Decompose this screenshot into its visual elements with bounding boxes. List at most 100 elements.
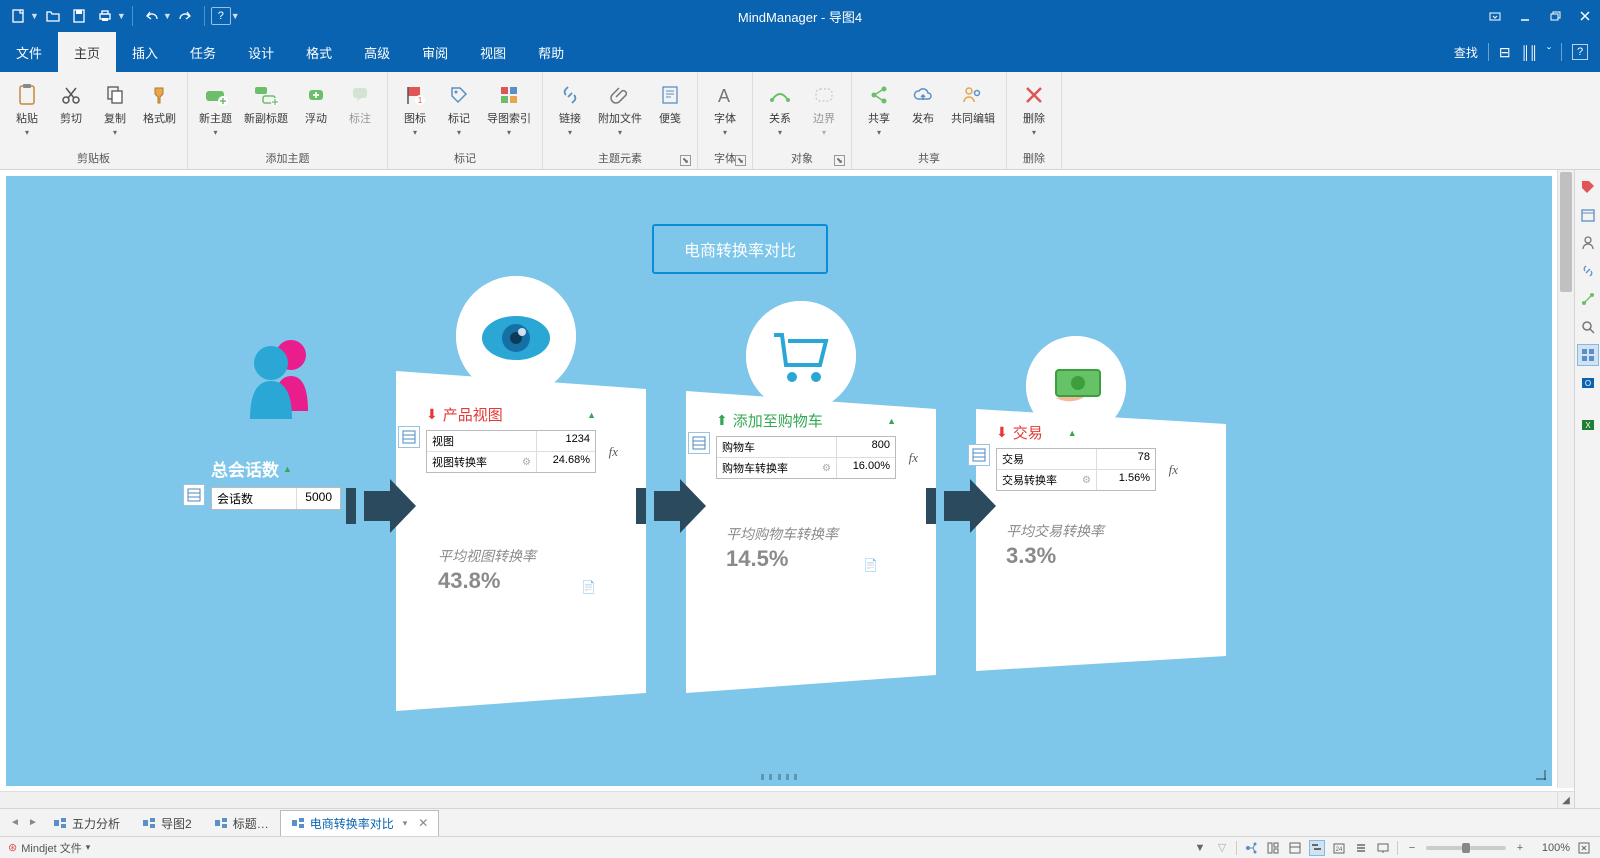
- panel-link-icon[interactable]: [1577, 260, 1599, 282]
- tab-review[interactable]: 审阅: [406, 32, 464, 72]
- tab-help[interactable]: 帮助: [522, 32, 580, 72]
- dialog-launcher[interactable]: ⬊: [735, 155, 746, 166]
- attach-button[interactable]: 附加文件▾: [593, 76, 647, 148]
- dropdown-icon[interactable]: ▾: [86, 842, 91, 853]
- close-button[interactable]: [1570, 2, 1600, 30]
- ribbon-display-button[interactable]: [1480, 2, 1510, 30]
- doc-tab[interactable]: 标题…: [203, 810, 280, 836]
- tab-nav-prev[interactable]: ◄: [6, 814, 24, 832]
- doc-tab[interactable]: 导图2: [131, 810, 203, 836]
- tab-insert[interactable]: 插入: [116, 32, 174, 72]
- tab-nav-next[interactable]: ►: [24, 814, 42, 832]
- font-button[interactable]: A字体▾: [704, 76, 746, 148]
- dialog-launcher[interactable]: ⬊: [680, 155, 691, 166]
- panel-toggle-icon[interactable]: ⊟: [1499, 44, 1511, 61]
- panel-user-icon[interactable]: [1577, 232, 1599, 254]
- resize-handle[interactable]: [1534, 768, 1546, 780]
- help-button[interactable]: ?: [211, 7, 231, 25]
- vertical-scrollbar[interactable]: [1557, 170, 1574, 788]
- close-tab-icon[interactable]: ✕: [418, 816, 428, 830]
- filter-icon[interactable]: ▼: [1192, 840, 1208, 856]
- panel-outlook-icon[interactable]: O: [1577, 372, 1599, 394]
- calendar-view-icon[interactable]: 24: [1331, 840, 1347, 856]
- map-view-icon[interactable]: [1265, 840, 1281, 856]
- print-button[interactable]: [93, 4, 117, 28]
- panel-search-icon[interactable]: [1577, 316, 1599, 338]
- doc-tab[interactable]: 五力分析: [42, 810, 131, 836]
- canvas[interactable]: 电商转换率对比 总会话数▲ 会话数5000: [6, 176, 1552, 786]
- restore-button[interactable]: [1540, 2, 1570, 30]
- new-file-button[interactable]: [6, 4, 30, 28]
- open-file-button[interactable]: [41, 4, 65, 28]
- total-sessions-box[interactable]: 总会话数▲ 会话数5000: [211, 456, 341, 510]
- step-add-cart[interactable]: ⬆添加至购物车▲ 购物车800 购物车转换率⚙16.00% fx: [716, 410, 896, 479]
- filter-icon-2[interactable]: ▽: [1214, 840, 1230, 856]
- canvas-grip[interactable]: [761, 774, 797, 780]
- outline-view-icon[interactable]: [1287, 840, 1303, 856]
- format-painter-button[interactable]: 格式刷: [138, 76, 181, 148]
- share-button[interactable]: 共享▾: [858, 76, 900, 148]
- list-view-icon[interactable]: [1353, 840, 1369, 856]
- expand-icon[interactable]: ▲: [587, 410, 596, 420]
- note-icon[interactable]: 📄: [581, 580, 596, 594]
- doc-tab-active[interactable]: 电商转换率对比▾✕: [280, 810, 440, 836]
- floating-topic-button[interactable]: 浮动: [295, 76, 337, 148]
- panel-excel-icon[interactable]: X: [1577, 414, 1599, 436]
- barcode-icon[interactable]: ║║: [1521, 45, 1537, 60]
- expand-icon[interactable]: ▲: [283, 464, 292, 474]
- panel-calendar-icon[interactable]: [1577, 204, 1599, 226]
- minimize-button[interactable]: [1510, 2, 1540, 30]
- undo-button[interactable]: [139, 4, 163, 28]
- gantt-view-icon[interactable]: [1309, 840, 1325, 856]
- search-label[interactable]: 查找: [1454, 44, 1478, 61]
- tab-home[interactable]: 主页: [58, 32, 116, 72]
- zoom-slider[interactable]: [1426, 846, 1506, 850]
- tab-advanced[interactable]: 高级: [348, 32, 406, 72]
- tab-task[interactable]: 任务: [174, 32, 232, 72]
- help-icon[interactable]: ?: [1572, 44, 1588, 60]
- panel-relation-icon[interactable]: [1577, 288, 1599, 310]
- tab-view[interactable]: 视图: [464, 32, 522, 72]
- dropdown-icon[interactable]: ▼: [163, 11, 172, 21]
- redo-button[interactable]: [174, 4, 198, 28]
- dropdown-icon[interactable]: ▼: [117, 11, 126, 21]
- cut-button[interactable]: 剪切: [50, 76, 92, 148]
- root-topic[interactable]: 电商转换率对比: [652, 224, 828, 274]
- gear-icon[interactable]: ⚙: [1082, 475, 1091, 486]
- tree-view-icon[interactable]: [1243, 840, 1259, 856]
- step-product-view[interactable]: ⬇产品视图▲ 视图1234 视图转换率⚙24.68% fx: [426, 404, 596, 473]
- tab-design[interactable]: 设计: [232, 32, 290, 72]
- gear-icon[interactable]: ⚙: [522, 457, 531, 468]
- paste-button[interactable]: 粘贴▾: [6, 76, 48, 148]
- new-topic-button[interactable]: 新主题▾: [194, 76, 237, 148]
- expand-icon[interactable]: ▲: [1068, 428, 1077, 438]
- zoom-in-icon[interactable]: +: [1512, 840, 1528, 856]
- dropdown-icon[interactable]: ▾: [403, 818, 408, 829]
- mapindex-button[interactable]: 导图索引▾: [482, 76, 536, 148]
- save-button[interactable]: [67, 4, 91, 28]
- zoom-level[interactable]: 100%: [1534, 842, 1570, 854]
- tab-format[interactable]: 格式: [290, 32, 348, 72]
- copy-button[interactable]: 复制▾: [94, 76, 136, 148]
- step-transaction[interactable]: ⬇交易▲ 交易78 交易转换率⚙1.56% fx: [996, 422, 1156, 491]
- tab-file[interactable]: 文件: [0, 32, 58, 72]
- dropdown-icon[interactable]: ▼: [30, 11, 39, 21]
- collapse-ribbon-icon[interactable]: ˇ: [1547, 45, 1551, 59]
- icon-marker-button[interactable]: 1图标▾: [394, 76, 436, 148]
- dropdown-icon[interactable]: ▼: [231, 11, 240, 21]
- publish-button[interactable]: 发布: [902, 76, 944, 148]
- link-button[interactable]: 链接▾: [549, 76, 591, 148]
- gear-icon[interactable]: ⚙: [822, 463, 831, 474]
- fit-view-icon[interactable]: [1576, 840, 1592, 856]
- note-button[interactable]: 便笺: [649, 76, 691, 148]
- horizontal-scrollbar[interactable]: [0, 791, 1557, 808]
- tag-button[interactable]: 标记▾: [438, 76, 480, 148]
- panel-tag-icon[interactable]: [1577, 176, 1599, 198]
- expand-icon[interactable]: ▲: [887, 416, 896, 426]
- delete-button[interactable]: 删除▾: [1013, 76, 1055, 148]
- zoom-out-icon[interactable]: −: [1404, 840, 1420, 856]
- dialog-launcher[interactable]: ⬊: [834, 155, 845, 166]
- panel-grid-icon[interactable]: [1577, 344, 1599, 366]
- presentation-view-icon[interactable]: [1375, 840, 1391, 856]
- coedit-button[interactable]: 共同编辑: [946, 76, 1000, 148]
